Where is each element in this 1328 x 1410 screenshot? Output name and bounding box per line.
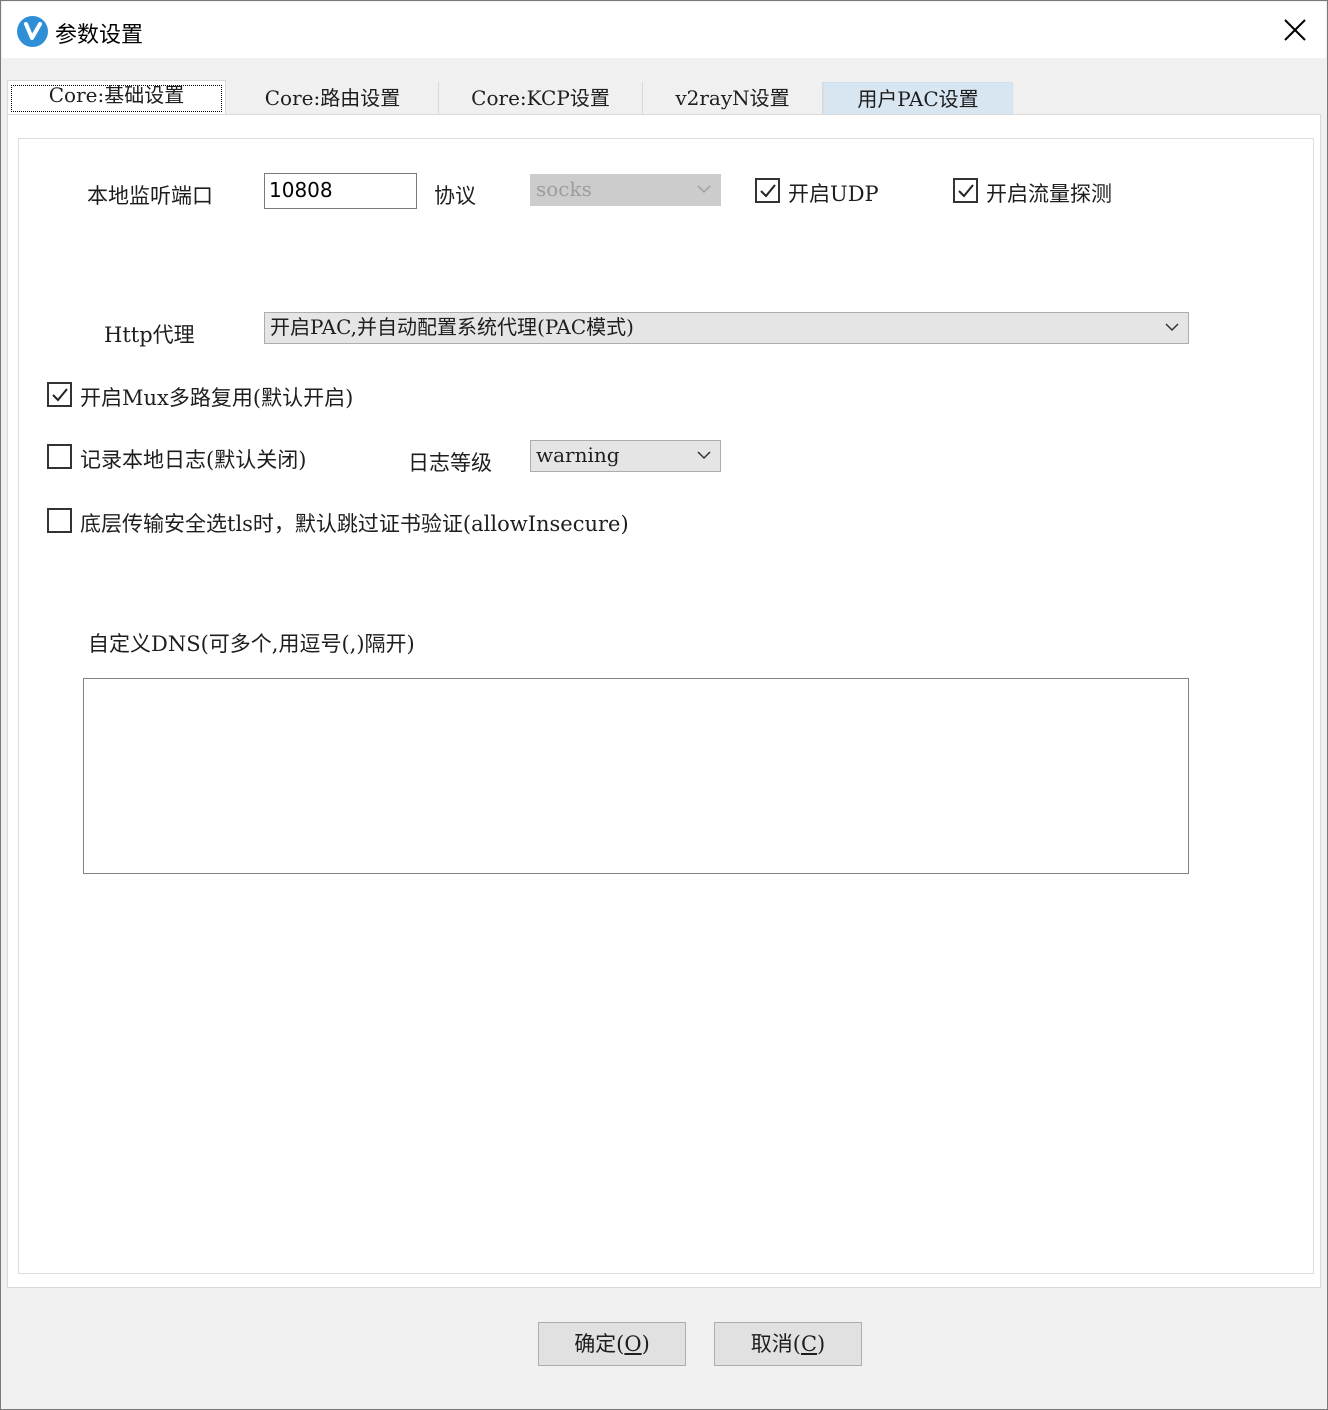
ok-button[interactable]: 确定(O): [538, 1322, 686, 1366]
local-port-label: 本地监听端口: [87, 184, 213, 208]
tab-core-basic[interactable]: Core:基础设置: [7, 80, 226, 115]
enable-log-label[interactable]: 记录本地日志(默认关闭): [80, 444, 306, 474]
local-port-input[interactable]: 10808: [264, 173, 417, 209]
chevron-down-icon: [1165, 323, 1179, 332]
tab-core-kcp[interactable]: Core:KCP设置: [439, 82, 643, 115]
ok-accelerator-key: O: [624, 1332, 642, 1356]
tab-label: v2rayN设置: [675, 86, 790, 110]
cancel-button-close: ): [817, 1332, 826, 1356]
ok-button-label: 确定(: [574, 1332, 625, 1356]
log-level-select[interactable]: warning: [530, 440, 721, 472]
tab-control: Core:基础设置 Core:路由设置 Core:KCP设置 v2rayN设置 …: [2, 58, 1326, 1288]
chevron-down-icon: [697, 185, 711, 194]
v2rayn-logo-icon: [17, 16, 48, 47]
tab-label: Core:基础设置: [48, 83, 185, 107]
tab-core-routing[interactable]: Core:路由设置: [227, 82, 439, 115]
checkmark-icon: [760, 184, 776, 198]
protocol-value: socks: [536, 177, 592, 201]
ok-button-close: ): [641, 1332, 650, 1356]
enable-udp-checkbox[interactable]: [755, 178, 780, 203]
enable-sniffing-label[interactable]: 开启流量探测: [986, 178, 1112, 208]
enable-mux-label[interactable]: 开启Mux多路复用(默认开启): [80, 382, 353, 412]
settings-dialog: 参数设置 Core:基础设置 Core:路由设置 Core:KCP设置 v2ra…: [0, 0, 1328, 1410]
protocol-select: socks: [530, 174, 721, 206]
enable-mux-checkbox[interactable]: [47, 382, 72, 407]
tab-user-pac[interactable]: 用户PAC设置: [823, 82, 1013, 115]
title-bar: 参数设置: [2, 2, 1326, 58]
tab-label: 用户PAC设置: [857, 87, 979, 111]
close-button[interactable]: [1264, 2, 1326, 58]
tab-label: Core:KCP设置: [471, 86, 610, 110]
http-proxy-select[interactable]: 开启PAC,并自动配置系统代理(PAC模式): [264, 312, 1189, 344]
allow-insecure-checkbox[interactable]: [47, 508, 72, 533]
enable-sniffing-checkbox[interactable]: [953, 178, 978, 203]
tab-label: Core:路由设置: [264, 86, 401, 110]
log-level-value: warning: [536, 443, 620, 467]
cancel-button[interactable]: 取消(C): [714, 1322, 862, 1366]
enable-log-checkbox[interactable]: [47, 444, 72, 469]
tab-v2rayn-settings[interactable]: v2rayN设置: [643, 82, 823, 115]
custom-dns-textarea[interactable]: [83, 678, 1189, 874]
chevron-down-icon: [697, 451, 711, 460]
allow-insecure-label[interactable]: 底层传输安全选tls时，默认跳过证书验证(allowInsecure): [80, 508, 629, 538]
log-level-label: 日志等级: [408, 451, 492, 475]
checkmark-icon: [958, 184, 974, 198]
custom-dns-label: 自定义DNS(可多个,用逗号(,)隔开): [88, 632, 415, 656]
protocol-label: 协议: [434, 184, 476, 208]
enable-udp-label[interactable]: 开启UDP: [788, 178, 879, 208]
cancel-accelerator-key: C: [800, 1332, 818, 1356]
cancel-button-label: 取消(: [750, 1332, 801, 1356]
http-proxy-value: 开启PAC,并自动配置系统代理(PAC模式): [270, 315, 634, 339]
checkmark-icon: [52, 388, 68, 402]
window-title: 参数设置: [55, 23, 144, 48]
close-icon: [1284, 19, 1306, 41]
http-proxy-label: Http代理: [104, 323, 195, 347]
